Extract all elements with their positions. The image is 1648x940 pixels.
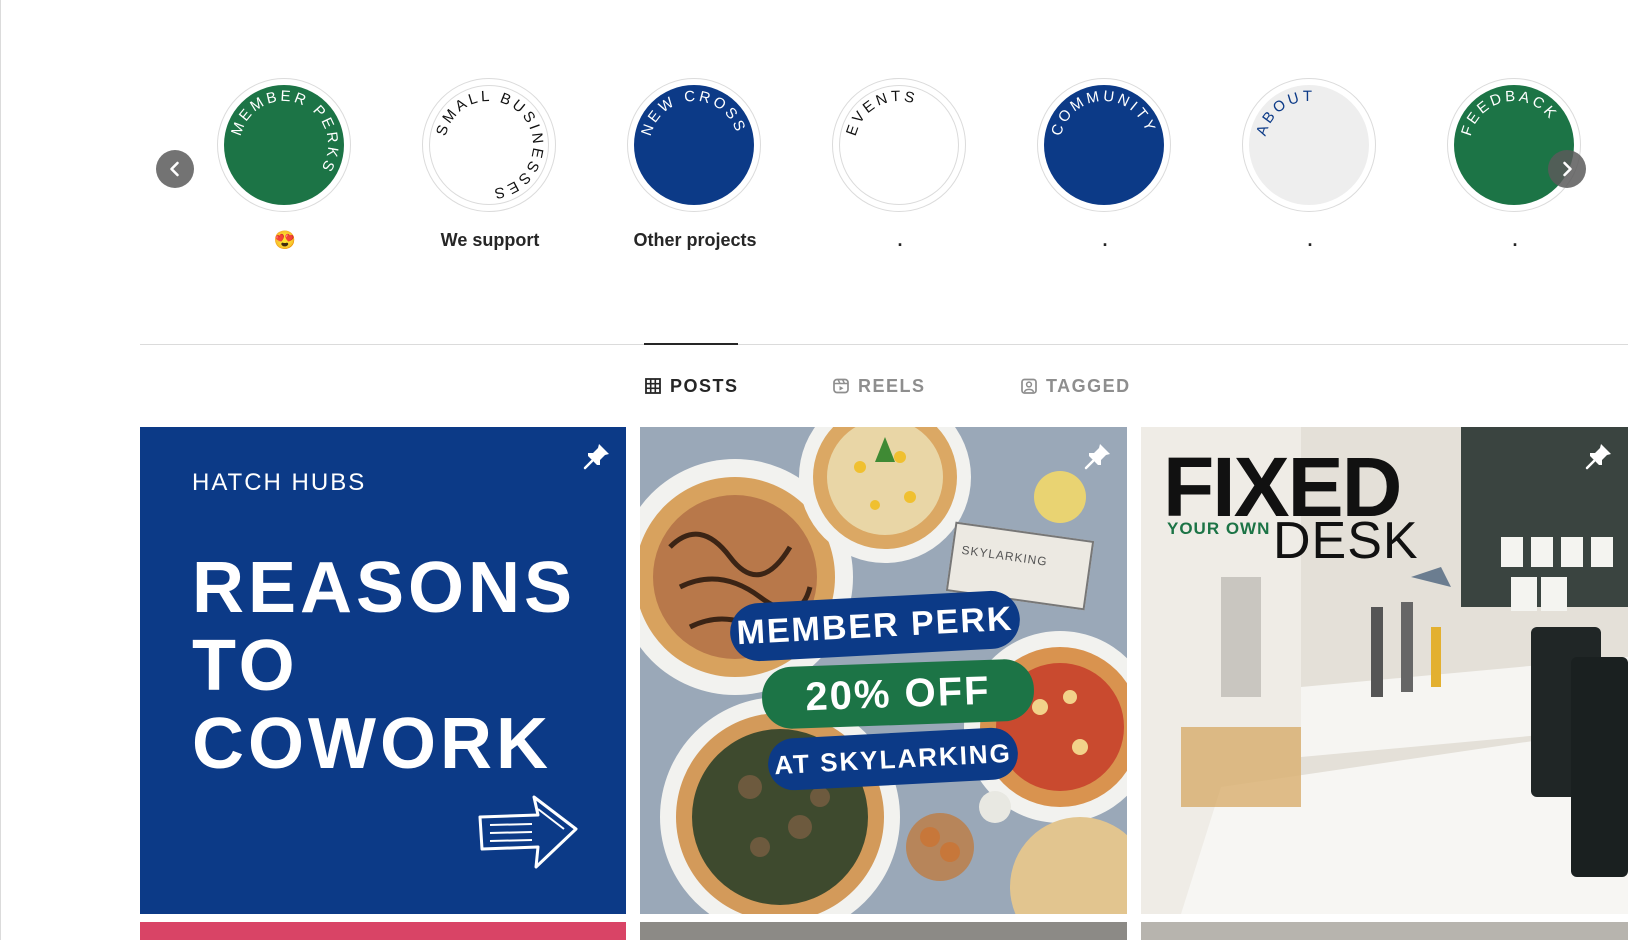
highlight-cover: NEW CROSS <box>634 85 754 205</box>
highlight-cover-text-art: NEW CROSS <box>638 88 749 138</box>
highlight-label: We support <box>440 230 540 250</box>
post-headline: REASONS TO COWORK <box>192 549 576 783</box>
highlight-label: Other projects <box>633 230 757 250</box>
highlight-ring: NEW CROSS <box>627 78 761 212</box>
tab-reels-label: REELS <box>858 375 926 396</box>
tab-reels[interactable]: REELS <box>832 372 926 400</box>
highlight-cover-text: NEW CROSS <box>638 88 749 138</box>
headline-line: REASONS <box>192 548 577 628</box>
highlights-next-button[interactable] <box>1548 150 1586 188</box>
highlight-cover-text-art: ABOUT <box>1253 88 1315 138</box>
headline-line: COWORK <box>192 704 552 784</box>
highlight-ring: EVENTS <box>832 78 966 212</box>
tab-posts-label: POSTS <box>670 375 739 396</box>
highlight-cover: COMMUNITY <box>1044 85 1164 205</box>
highlight-label: . <box>1512 230 1518 250</box>
pinned-post-icon <box>1084 444 1110 470</box>
highlight-ring: ABOUT <box>1242 78 1376 212</box>
highlight-cover-text: MEMBER PERKS <box>228 88 341 177</box>
tabs-divider <box>140 344 1628 345</box>
highlight-label: . <box>897 230 903 250</box>
highlight-cover-text-art: SMALL BUSINESSES <box>433 88 546 202</box>
highlight-cover-text-art: MEMBER PERKS <box>228 88 341 177</box>
tab-posts[interactable]: POSTS <box>644 372 739 400</box>
highlight-cover-text-art: COMMUNITY <box>1048 88 1159 138</box>
highlight-ring: SMALL BUSINESSES <box>422 78 556 212</box>
pinned-post-icon <box>1585 444 1611 470</box>
active-tab-indicator <box>644 343 738 345</box>
highlight-cover-text: COMMUNITY <box>1048 88 1159 138</box>
pinned-post-icon <box>583 444 609 470</box>
highlight-cover-text: EVENTS <box>843 88 919 138</box>
grid-icon <box>645 378 661 394</box>
highlight-cover-text: FEEDBACK <box>1458 88 1561 138</box>
page-edge <box>0 0 1 940</box>
highlight-cover-text-art: EVENTS <box>843 88 919 138</box>
tab-tagged-label: TAGGED <box>1046 375 1131 396</box>
highlight-cover: FEEDBACK <box>1454 85 1574 205</box>
post-fixed-desk[interactable]: FIXED YOUR OWN DESK <box>1141 427 1628 914</box>
tab-tagged[interactable]: TAGGED <box>1020 372 1131 400</box>
hand-drawn-arrow-icon <box>478 795 578 869</box>
post-row-2-tile[interactable] <box>140 922 626 940</box>
post-reasons-to-cowork[interactable]: HATCH HUBS REASONS TO COWORK <box>140 427 626 914</box>
chevron-right-icon <box>1563 161 1572 177</box>
post-brand-text: HATCH HUBS <box>192 469 367 496</box>
highlight-label: 😍 <box>273 230 297 250</box>
highlight-cover-text: ABOUT <box>1253 88 1315 138</box>
post-member-perk-skylarking[interactable]: SKYLARKING MEMBER PERK 20% OFF AT SKYLAR… <box>640 427 1127 914</box>
highlight-label: . <box>1307 230 1313 250</box>
highlight-cover: MEMBER PERKS <box>224 85 344 205</box>
highlight-cover: EVENTS <box>839 85 959 205</box>
post-row-2-tile[interactable] <box>640 922 1127 940</box>
highlight-label: . <box>1102 230 1108 250</box>
tagged-person-icon <box>1021 378 1037 394</box>
post-title-2: DESK <box>1273 512 1419 570</box>
highlight-cover: ABOUT <box>1249 85 1369 205</box>
highlight-cover: SMALL BUSINESSES <box>429 85 549 205</box>
highlight-cover-text-art: FEEDBACK <box>1458 88 1561 138</box>
perk-discount: 20% OFF <box>761 658 1035 730</box>
highlight-ring: COMMUNITY <box>1037 78 1171 212</box>
highlight-ring: FEEDBACK <box>1447 78 1581 212</box>
headline-line: TO <box>192 626 299 706</box>
post-subtitle: YOUR OWN <box>1167 519 1271 538</box>
highlight-ring: MEMBER PERKS <box>217 78 351 212</box>
post-row-2-tile[interactable] <box>1141 922 1628 940</box>
highlight-cover-text: SMALL BUSINESSES <box>433 88 546 202</box>
reels-icon <box>833 378 849 394</box>
story-highlights: MEMBER PERKS 😍 SMALL BUSINESSES We suppo… <box>140 72 1620 262</box>
